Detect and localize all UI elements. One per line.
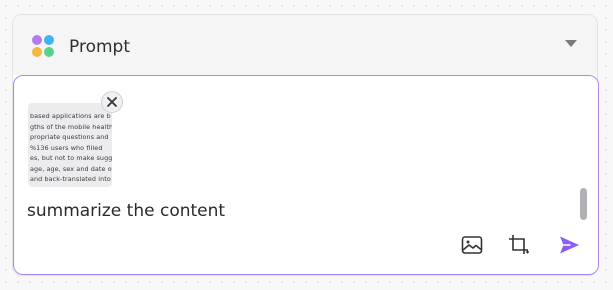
thumbnail-line: based applications are b	[30, 112, 111, 120]
thumbnail-line: %136 users who filled	[30, 143, 103, 152]
send-button[interactable]	[557, 233, 581, 257]
close-icon	[107, 97, 117, 107]
attachment-thumbnail[interactable]: based applications are b gths of the mob…	[28, 103, 112, 187]
chevron-down-icon[interactable]	[565, 40, 577, 47]
thumbnail-line: es, but not to make sugg	[30, 154, 112, 162]
crop-icon	[509, 235, 529, 254]
panel-header[interactable]: Prompt	[13, 15, 597, 75]
remove-attachment-button[interactable]	[101, 91, 123, 113]
insert-image-button[interactable]	[460, 233, 484, 257]
image-icon	[461, 236, 483, 254]
crop-screenshot-button[interactable]	[507, 233, 531, 257]
thumbnail-line: gths of the mobile health	[30, 122, 112, 131]
send-icon	[560, 236, 579, 254]
prompt-panel: Prompt based applications are b gths of …	[12, 14, 599, 276]
prompt-input-text[interactable]: summarize the content	[27, 200, 225, 222]
thumbnail-line: propriate questions and	[30, 133, 109, 141]
four-dots-logo-icon	[32, 35, 56, 59]
thumbnail-line: and back-translated into	[30, 175, 111, 183]
prompt-input-area[interactable]: based applications are b gths of the mob…	[13, 75, 599, 275]
thumbnail-text: based applications are b gths of the mob…	[30, 111, 112, 185]
thumbnail-line: age, age, sex and date of	[30, 164, 112, 173]
scrollbar-thumb[interactable]	[580, 188, 587, 220]
panel-title: Prompt	[69, 37, 130, 57]
